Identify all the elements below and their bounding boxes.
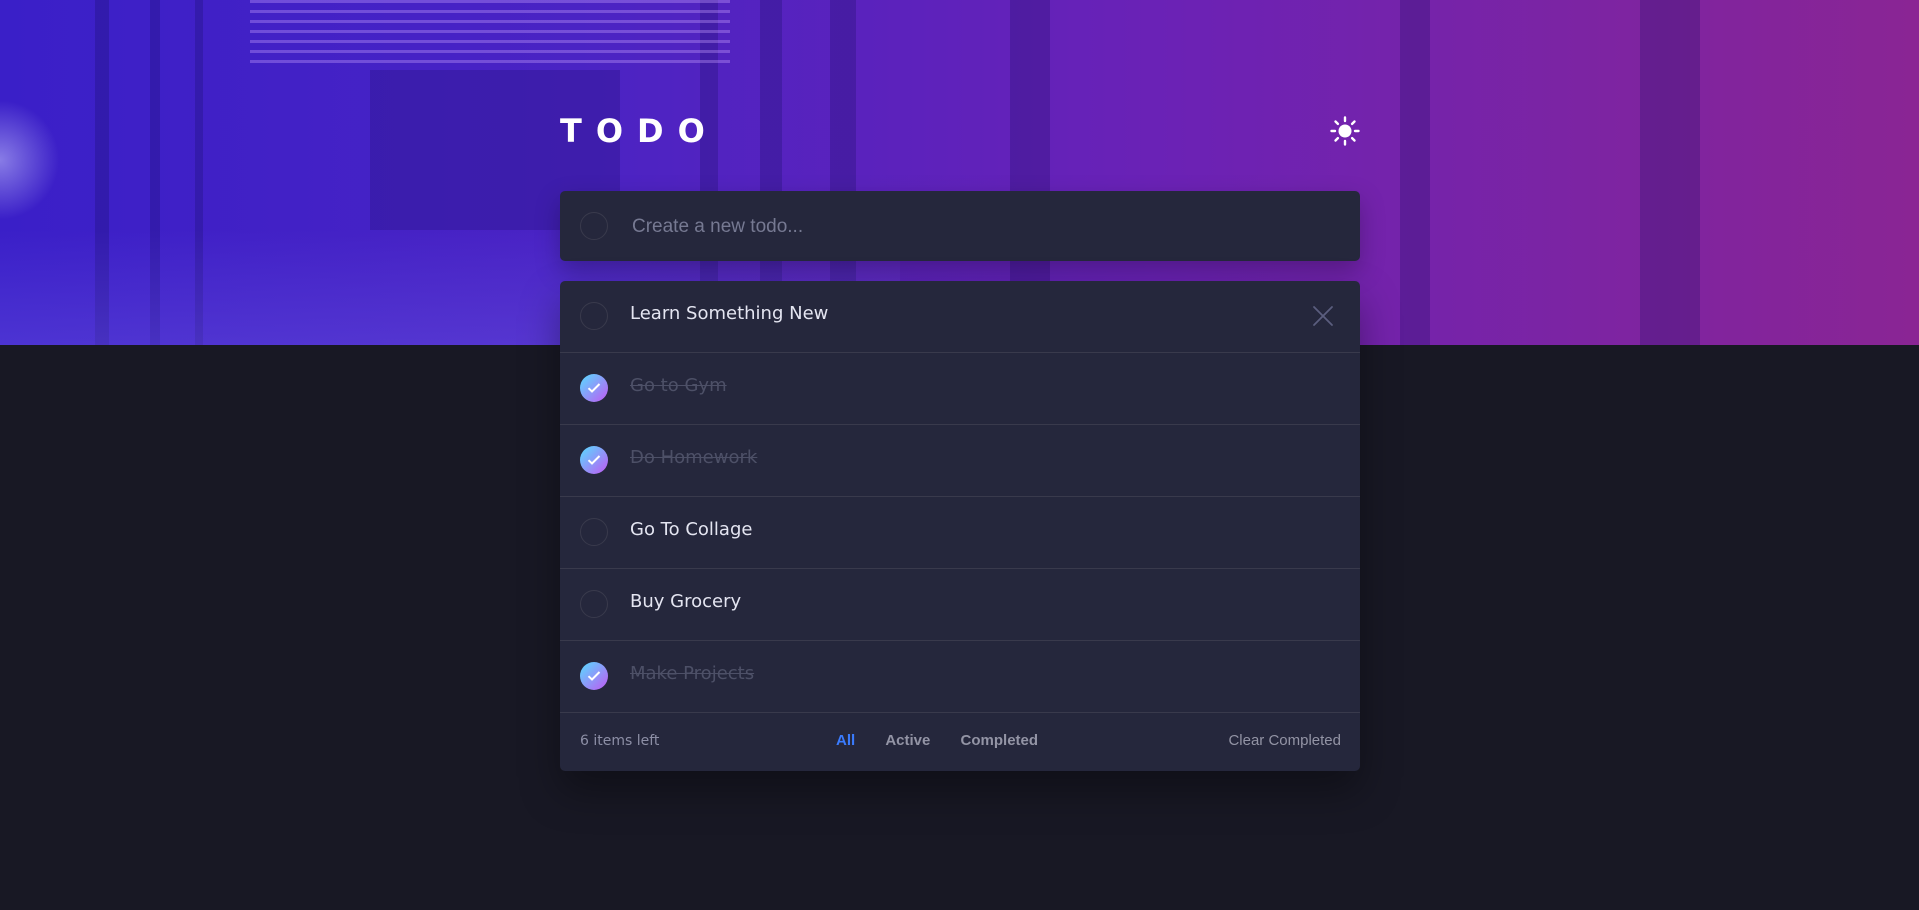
todo-item[interactable]: Do Homework (560, 425, 1360, 497)
items-left-count: 6 items left (580, 733, 660, 749)
filter-active-button[interactable]: Active (885, 732, 930, 749)
todo-item[interactable]: Go To Collage (560, 497, 1360, 569)
check-icon (587, 455, 601, 465)
theme-toggle-button[interactable] (1330, 116, 1360, 146)
todo-text: Do Homework (630, 447, 758, 468)
todo-checkbox[interactable] (580, 374, 608, 402)
todo-item[interactable]: Learn Something New (560, 281, 1360, 353)
todo-text: Go To Collage (630, 519, 753, 540)
app-header: TODO (560, 108, 1360, 158)
todo-item[interactable]: Buy Grocery (560, 569, 1360, 641)
filter-group: All Active Completed (836, 732, 1064, 749)
todo-text: Learn Something New (630, 303, 829, 324)
close-icon (1313, 306, 1333, 326)
list-footer: 6 items left All Active Completed Clear … (560, 713, 1360, 771)
clear-completed-button[interactable]: Clear Completed (1228, 732, 1341, 749)
new-todo-checkbox[interactable] (580, 212, 608, 240)
todo-item[interactable]: Make Projects (560, 641, 1360, 713)
todo-checkbox[interactable] (580, 446, 608, 474)
delete-todo-button[interactable] (1310, 303, 1336, 329)
todo-checkbox[interactable] (580, 518, 608, 546)
todo-item[interactable]: Go to Gym (560, 353, 1360, 425)
filter-completed-button[interactable]: Completed (961, 732, 1039, 749)
todo-checkbox[interactable] (580, 662, 608, 690)
todo-text: Make Projects (630, 663, 755, 684)
check-icon (587, 383, 601, 393)
filter-all-button[interactable]: All (836, 732, 855, 749)
todo-checkbox[interactable] (580, 302, 608, 330)
todo-text: Go to Gym (630, 375, 727, 396)
check-icon (587, 671, 601, 681)
todo-text: Buy Grocery (630, 591, 742, 612)
new-todo-input[interactable] (630, 211, 1334, 243)
todo-checkbox[interactable] (580, 590, 608, 618)
sun-icon (1330, 116, 1360, 146)
app-title: TODO (560, 112, 719, 150)
new-todo-form (560, 191, 1360, 261)
todo-list: Learn Something New Go to Gym Do Homewor… (560, 281, 1360, 771)
